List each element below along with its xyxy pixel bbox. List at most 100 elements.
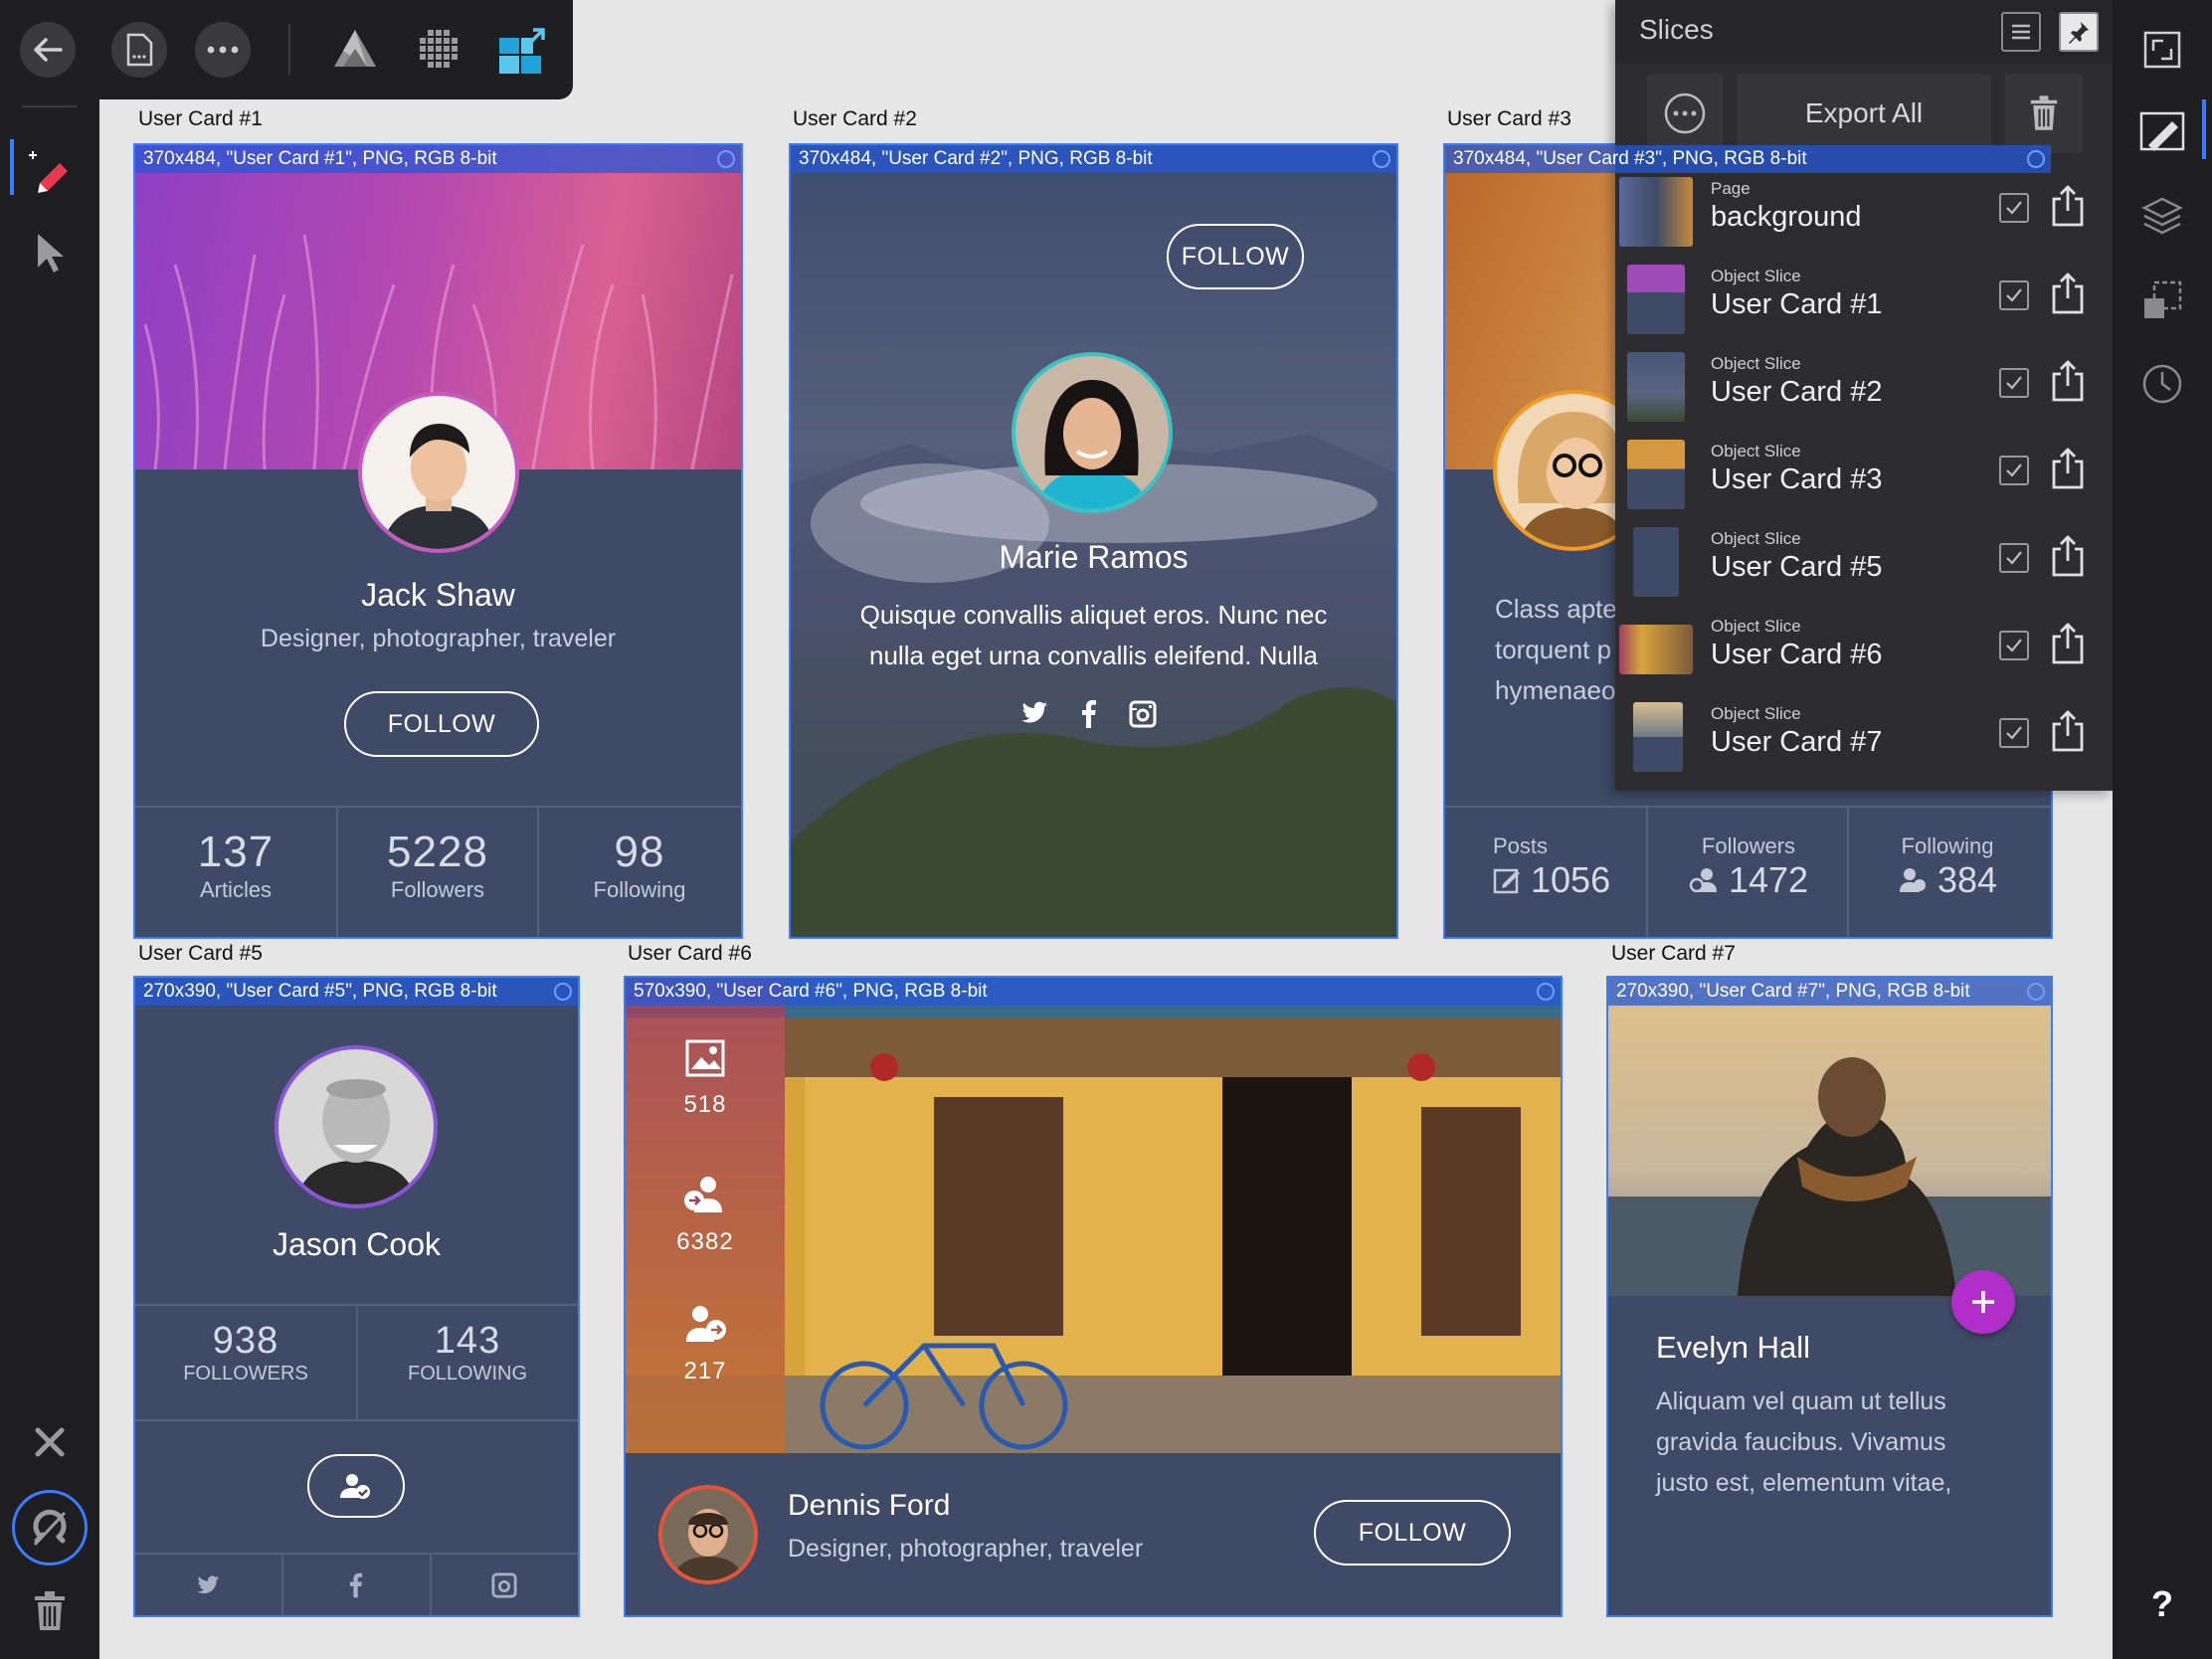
export-checkbox[interactable] bbox=[1999, 193, 2029, 223]
slice-options-button[interactable] bbox=[1647, 74, 1723, 153]
follow-user-button[interactable] bbox=[307, 1454, 405, 1518]
slice-info-text: 370x484, "User Card #3", PNG, RGB 8-bit bbox=[1453, 148, 1807, 169]
slices-panel-icon[interactable] bbox=[2132, 101, 2192, 161]
follow-button[interactable]: FOLLOW bbox=[1314, 1500, 1511, 1566]
user-bio: Designer, photographer, traveler bbox=[788, 1535, 1144, 1563]
slice-row-background[interactable]: Page background bbox=[1615, 167, 2113, 255]
layers-icon[interactable] bbox=[2132, 187, 2192, 247]
slice-row-user-card-2[interactable]: Object Slice User Card #2 bbox=[1615, 342, 2113, 430]
close-icon[interactable] bbox=[20, 1412, 80, 1472]
avatar bbox=[275, 1045, 438, 1208]
slice-handle-icon[interactable] bbox=[1537, 983, 1555, 1001]
slice-handle-icon[interactable] bbox=[2027, 983, 2045, 1001]
slice-handle-icon[interactable] bbox=[717, 150, 735, 168]
pin-icon[interactable] bbox=[2059, 12, 2099, 52]
slice-info: 370x484, "User Card #2", PNG, RGB 8-bit bbox=[791, 145, 1396, 173]
user-card-2[interactable]: 370x484, "User Card #2", PNG, RGB 8-bit … bbox=[789, 143, 1398, 939]
export-share-icon[interactable] bbox=[2051, 623, 2085, 664]
card-label: User Card #6 bbox=[628, 942, 752, 965]
stat-label: Posts bbox=[1493, 833, 1549, 858]
slice-handle-icon[interactable] bbox=[2027, 150, 2045, 168]
trash-icon bbox=[2030, 95, 2058, 130]
export-share-icon[interactable] bbox=[2051, 185, 2085, 227]
stat-label: FOLLOWERS bbox=[183, 1363, 308, 1384]
slice-info: 270x390, "User Card #5", PNG, RGB 8-bit bbox=[135, 978, 578, 1006]
trash-icon[interactable] bbox=[20, 1581, 80, 1641]
bio-line: nulla eget urna convallis eleifend. Null… bbox=[869, 641, 1318, 670]
more-icon[interactable] bbox=[195, 22, 251, 78]
photos-stat: 518 bbox=[626, 1039, 785, 1119]
facebook-icon[interactable] bbox=[1081, 700, 1097, 728]
export-checkbox[interactable] bbox=[1999, 456, 2029, 485]
card-label: User Card #5 bbox=[138, 942, 263, 965]
instagram-icon[interactable] bbox=[431, 1555, 578, 1615]
divider bbox=[135, 1419, 578, 1421]
user-card-5[interactable]: 270x390, "User Card #5", PNG, RGB 8-bit … bbox=[133, 976, 580, 1617]
slice-row-user-card-6[interactable]: Object Slice User Card #6 bbox=[1615, 605, 2113, 692]
slice-name: User Card #6 bbox=[1711, 639, 1883, 670]
divider bbox=[1646, 806, 1648, 937]
twitter-icon[interactable] bbox=[1021, 700, 1049, 726]
slice-row-user-card-3[interactable]: Object Slice User Card #3 bbox=[1615, 430, 2113, 517]
right-studio-strip: ? bbox=[2113, 0, 2212, 1659]
transform-icon[interactable] bbox=[2132, 271, 2192, 330]
designer-persona-icon[interactable] bbox=[330, 26, 380, 76]
slice-handle-icon[interactable] bbox=[1373, 150, 1390, 168]
stat-label: Articles bbox=[199, 877, 273, 902]
tool-divider bbox=[22, 105, 78, 107]
social-links bbox=[1021, 700, 1157, 728]
slice-name: User Card #3 bbox=[1711, 463, 1883, 495]
bio-line: Quisque convallis aliquet eros. Nunc nec bbox=[859, 600, 1328, 630]
stat-value: 1472 bbox=[1728, 859, 1809, 900]
slice-handle-icon[interactable] bbox=[554, 983, 572, 1001]
document-icon[interactable] bbox=[111, 22, 167, 78]
active-tool-indicator bbox=[10, 139, 14, 195]
export-all-button[interactable]: Export All bbox=[1737, 74, 1991, 153]
user-card-1[interactable]: 370x484, "User Card #1", PNG, RGB 8-bit … bbox=[133, 143, 743, 939]
export-checkbox[interactable] bbox=[1999, 543, 2029, 573]
export-share-icon[interactable] bbox=[2051, 710, 2085, 752]
delete-slice-button[interactable] bbox=[2005, 74, 2083, 153]
add-button[interactable] bbox=[1951, 1270, 2015, 1334]
pixel-persona-icon[interactable] bbox=[416, 26, 465, 76]
text-line: Class apte bbox=[1495, 594, 1617, 624]
user-card-7[interactable]: 270x390, "User Card #7", PNG, RGB 8-bit … bbox=[1606, 976, 2053, 1617]
export-checkbox[interactable] bbox=[1999, 280, 2029, 310]
select-arrow-icon[interactable] bbox=[20, 224, 80, 283]
stat-value: 5228 bbox=[387, 828, 488, 876]
history-icon[interactable] bbox=[2132, 354, 2192, 414]
twitter-icon[interactable] bbox=[135, 1555, 281, 1615]
export-checkbox[interactable] bbox=[1999, 631, 2029, 660]
slice-row-user-card-5[interactable]: Object Slice User Card #5 bbox=[1615, 517, 2113, 605]
follow-button[interactable]: FOLLOW bbox=[1167, 224, 1304, 289]
export-share-icon[interactable] bbox=[2051, 273, 2085, 314]
export-share-icon[interactable] bbox=[2051, 360, 2085, 402]
slice-row-user-card-7[interactable]: Object Slice User Card #7 bbox=[1615, 692, 2113, 780]
stat-label: Followers bbox=[1701, 833, 1796, 858]
export-persona-icon[interactable] bbox=[497, 26, 547, 76]
following-icon bbox=[686, 1306, 726, 1342]
follow-button[interactable]: FOLLOW bbox=[344, 691, 539, 757]
export-share-icon[interactable] bbox=[2051, 535, 2085, 577]
top-toolbar bbox=[0, 0, 573, 99]
slice-kind: Object Slice bbox=[1711, 704, 1801, 723]
snapping-magnet-icon[interactable] bbox=[12, 1490, 88, 1566]
user-card-6[interactable]: 570x390, "User Card #6", PNG, RGB 8-bit … bbox=[624, 976, 1563, 1617]
back-arrow-icon[interactable] bbox=[20, 22, 76, 78]
export-share-icon[interactable] bbox=[2051, 448, 2085, 489]
export-checkbox[interactable] bbox=[1999, 368, 2029, 398]
slice-row-user-card-1[interactable]: Object Slice User Card #1 bbox=[1615, 255, 2113, 342]
help-button[interactable]: ? bbox=[2132, 1583, 2192, 1633]
panel-menu-icon[interactable] bbox=[2001, 12, 2041, 52]
slice-thumbnail bbox=[1619, 625, 1693, 674]
export-checkbox[interactable] bbox=[1999, 718, 2029, 748]
instagram-icon[interactable] bbox=[1129, 700, 1157, 728]
fullscreen-icon[interactable] bbox=[2132, 20, 2192, 80]
panel-header: Slices bbox=[1615, 0, 2113, 64]
toolbar-divider bbox=[288, 24, 290, 76]
facebook-icon[interactable] bbox=[282, 1555, 430, 1615]
slice-tool-icon[interactable] bbox=[20, 139, 80, 199]
slice-kind: Object Slice bbox=[1711, 529, 1801, 548]
image-icon bbox=[685, 1039, 725, 1077]
slice-kind: Object Slice bbox=[1711, 442, 1801, 461]
